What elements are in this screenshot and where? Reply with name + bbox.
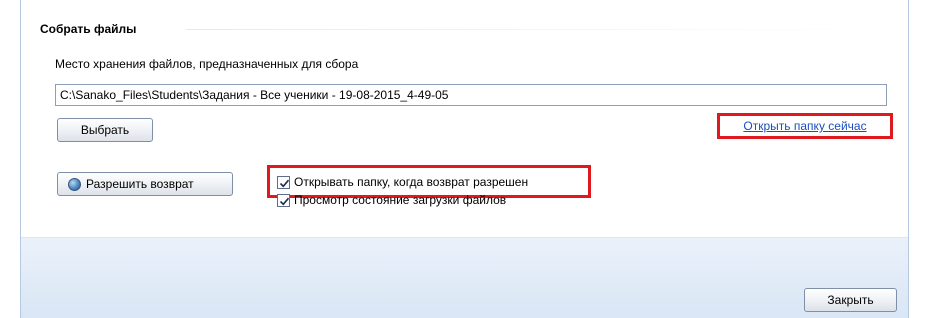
open-folder-now-link[interactable]: Открыть папку сейчас (743, 119, 866, 133)
close-button[interactable]: Закрыть (804, 288, 897, 312)
storage-path-input[interactable] (55, 84, 887, 106)
checkmark-icon (279, 197, 290, 205)
upload-status-checkbox[interactable] (277, 193, 290, 207)
collect-files-panel: Собрать файлы Место хранения файлов, пре… (21, 0, 908, 238)
storage-location-label: Место хранения файлов, предназначенных д… (55, 57, 359, 71)
allow-return-button[interactable]: Разрешить возврат (57, 172, 233, 196)
section-title: Собрать файлы (40, 22, 137, 36)
allow-return-label: Разрешить возврат (86, 177, 194, 191)
choose-button[interactable]: Выбрать (57, 118, 153, 142)
collect-files-dialog: Собрать файлы Место хранения файлов, пре… (20, 0, 909, 318)
open-folder-on-return-option[interactable]: Открывать папку, когда возврат разрешен (277, 175, 528, 189)
open-folder-option-label: Открывать папку, когда возврат разрешен (294, 175, 529, 189)
section-divider (186, 29, 886, 30)
open-folder-checkbox[interactable] (277, 175, 290, 189)
view-upload-status-option[interactable]: Просмотр состояние загрузки файлов (277, 193, 506, 207)
checkmark-icon (279, 179, 290, 187)
globe-icon (68, 177, 81, 191)
upload-status-option-label: Просмотр состояние загрузки файлов (294, 193, 507, 207)
open-folder-link-highlight: Открыть папку сейчас (717, 113, 893, 139)
